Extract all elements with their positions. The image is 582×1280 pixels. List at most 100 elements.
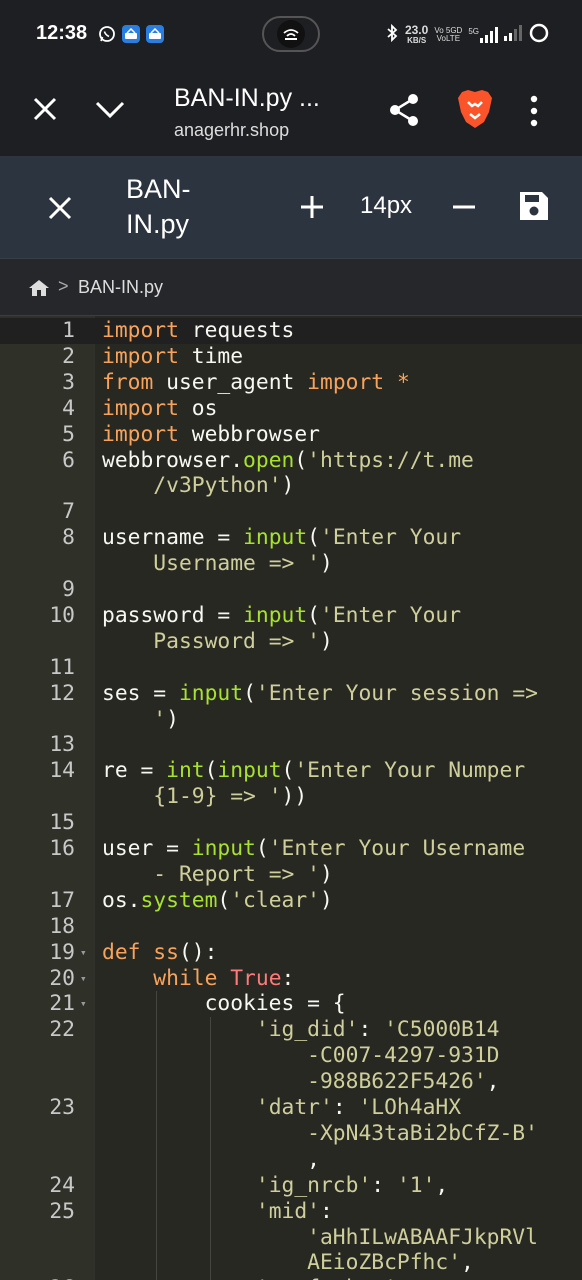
close-editor-icon[interactable] [46,194,74,222]
code-line[interactable]: 23 'datr': 'LOh4aHX [0,1095,582,1121]
code-text: 'csrftoken': [102,1276,410,1280]
volte-indicator: Vo 5GD VoLTE [434,26,462,43]
line-number: 6 [62,447,75,473]
code-line[interactable]: - Report => ') [0,862,582,888]
breadcrumb: > BAN-IN.py [0,258,582,316]
code-text: 'ig_did': 'C5000B14 [255,1017,500,1043]
code-text: ') [153,706,179,732]
notification-icons [98,25,164,43]
code-line[interactable]: 21 ▾ cookies = { [0,991,582,1017]
bluetooth-icon [385,23,399,45]
code-text: -XpN43taBi2bCfZ-B' [307,1120,538,1146]
code-line[interactable]: 2 import time [0,344,582,370]
code-line[interactable]: 26 'csrftoken': [0,1276,582,1280]
overflow-menu-icon[interactable] [528,94,540,128]
code-line[interactable]: ') [0,707,582,733]
code-line[interactable]: 4 import os [0,396,582,422]
fold-arrow-icon[interactable]: ▾ [80,966,87,992]
fold-arrow-icon[interactable]: ▾ [80,940,87,966]
code-line[interactable]: 17 os.system('clear') [0,888,582,914]
code-text: import webbrowser [102,421,320,447]
hotspot-indicator [262,16,320,52]
code-line[interactable]: 5 import webbrowser [0,422,582,448]
increase-font-icon[interactable] [298,193,326,221]
line-number: 14 [49,758,75,784]
code-editor[interactable]: 1 import requests 2 import time 3 from user_a… [0,316,582,1280]
decrease-font-icon[interactable] [450,193,478,221]
code-line[interactable]: -C007-4297-931D [0,1043,582,1069]
status-bar: 12:38 23.0 KB/S Vo 5GD VoLTE 5G [0,0,582,68]
line-number: 21 [49,991,75,1017]
net-speed: 23.0 KB/S [404,22,429,45]
code-text: ses = input('Enter Your session => [102,680,538,706]
code-text: while True: [153,965,295,991]
breadcrumb-file[interactable]: BAN-IN.py [78,277,163,298]
code-line[interactable]: -XpN43taBi2bCfZ-B' [0,1121,582,1147]
sim-label-2: VoLTE [436,33,461,43]
status-right-icons: 23.0 KB/S Vo 5GD VoLTE 5G [385,22,550,47]
code-line[interactable]: 6 webbrowser.open('https://t.me [0,448,582,474]
indent-guide [156,991,157,1280]
code-text: import time [102,343,244,369]
code-text: Password => ') [153,628,333,654]
code-line[interactable]: 8 username = input('Enter Your [0,525,582,551]
code-line[interactable]: AEioZBcPfhc', [0,1250,582,1276]
code-line[interactable]: 18 [0,914,582,940]
code-line[interactable]: {1-9} => ')) [0,784,582,810]
editor-file-title: BAN-IN.py [126,174,191,239]
code-line[interactable]: 12 ses = input('Enter Your session => [0,681,582,707]
code-line[interactable]: 19 ▾ def ss(): [0,940,582,966]
code-line[interactable]: 'aHhILwABAAFJkpRVl [0,1225,582,1251]
line-number: 11 [49,654,75,680]
line-number: 17 [49,887,75,913]
share-icon[interactable] [386,92,422,128]
code-line[interactable]: 14 re = int(input('Enter Your Numper [0,758,582,784]
line-number: 10 [49,602,75,628]
code-line[interactable]: 15 [0,810,582,836]
code-text: /v3Python') [153,473,295,499]
code-text: 'aHhILwABAAFJkpRVl [307,1224,538,1250]
code-line[interactable]: 16 user = input('Enter Your Username [0,836,582,862]
code-line[interactable]: 13 [0,732,582,758]
code-line[interactable]: 24 'ig_nrcb': '1', [0,1173,582,1199]
net-speed-unit: KB/S [407,35,427,45]
hotspot-icon [277,20,305,48]
chevron-down-icon[interactable] [94,96,126,122]
line-number: 9 [62,577,75,602]
code-text: user = input('Enter Your Username [102,836,526,861]
font-size-value: 14px [360,192,413,219]
code-line[interactable]: 22 'ig_did': 'C5000B14 [0,1017,582,1043]
code-text: import requests [102,318,295,343]
code-line[interactable]: 3 from user_agent import * [0,370,582,396]
code-line[interactable]: 20 ▾ while True: [0,966,582,992]
code-line[interactable]: , [0,1147,582,1173]
save-icon[interactable] [518,190,550,222]
code-text: Username => ') [153,551,333,577]
code-line[interactable]: 10 password = input('Enter Your [0,603,582,629]
code-text: webbrowser.open('https://t.me [102,447,474,473]
code-line[interactable]: 11 [0,655,582,681]
close-tab-icon[interactable] [30,94,60,124]
code-text: {1-9} => ')) [153,784,308,810]
code-line[interactable]: Username => ') [0,551,582,577]
page-url[interactable]: anagerhr.shop [174,120,289,141]
line-number: 20 [49,965,75,991]
code-line[interactable]: 1 import requests [0,318,582,344]
code-text: 'ig_nrcb': '1', [255,1172,449,1198]
editor-toolbar: BAN-IN.py 14px [0,156,582,258]
fold-arrow-icon[interactable]: ▾ [80,991,87,1017]
code-text: os.system('clear') [102,887,333,913]
code-line[interactable]: -988B622F5426', [0,1069,582,1095]
code-line[interactable]: /v3Python') [0,473,582,499]
code-text: - Report => ') [153,861,333,887]
brave-lion-icon[interactable] [456,88,494,130]
line-number: 24 [49,1172,75,1198]
code-line[interactable]: 25 'mid': [0,1199,582,1225]
code-line[interactable]: 9 [0,577,582,603]
net-speed-value: 23.0 [404,22,429,37]
line-number: 22 [49,1017,75,1043]
indent-guide [210,1017,211,1280]
code-line[interactable]: 7 [0,499,582,525]
home-icon[interactable] [28,279,50,297]
code-line[interactable]: Password => ') [0,629,582,655]
